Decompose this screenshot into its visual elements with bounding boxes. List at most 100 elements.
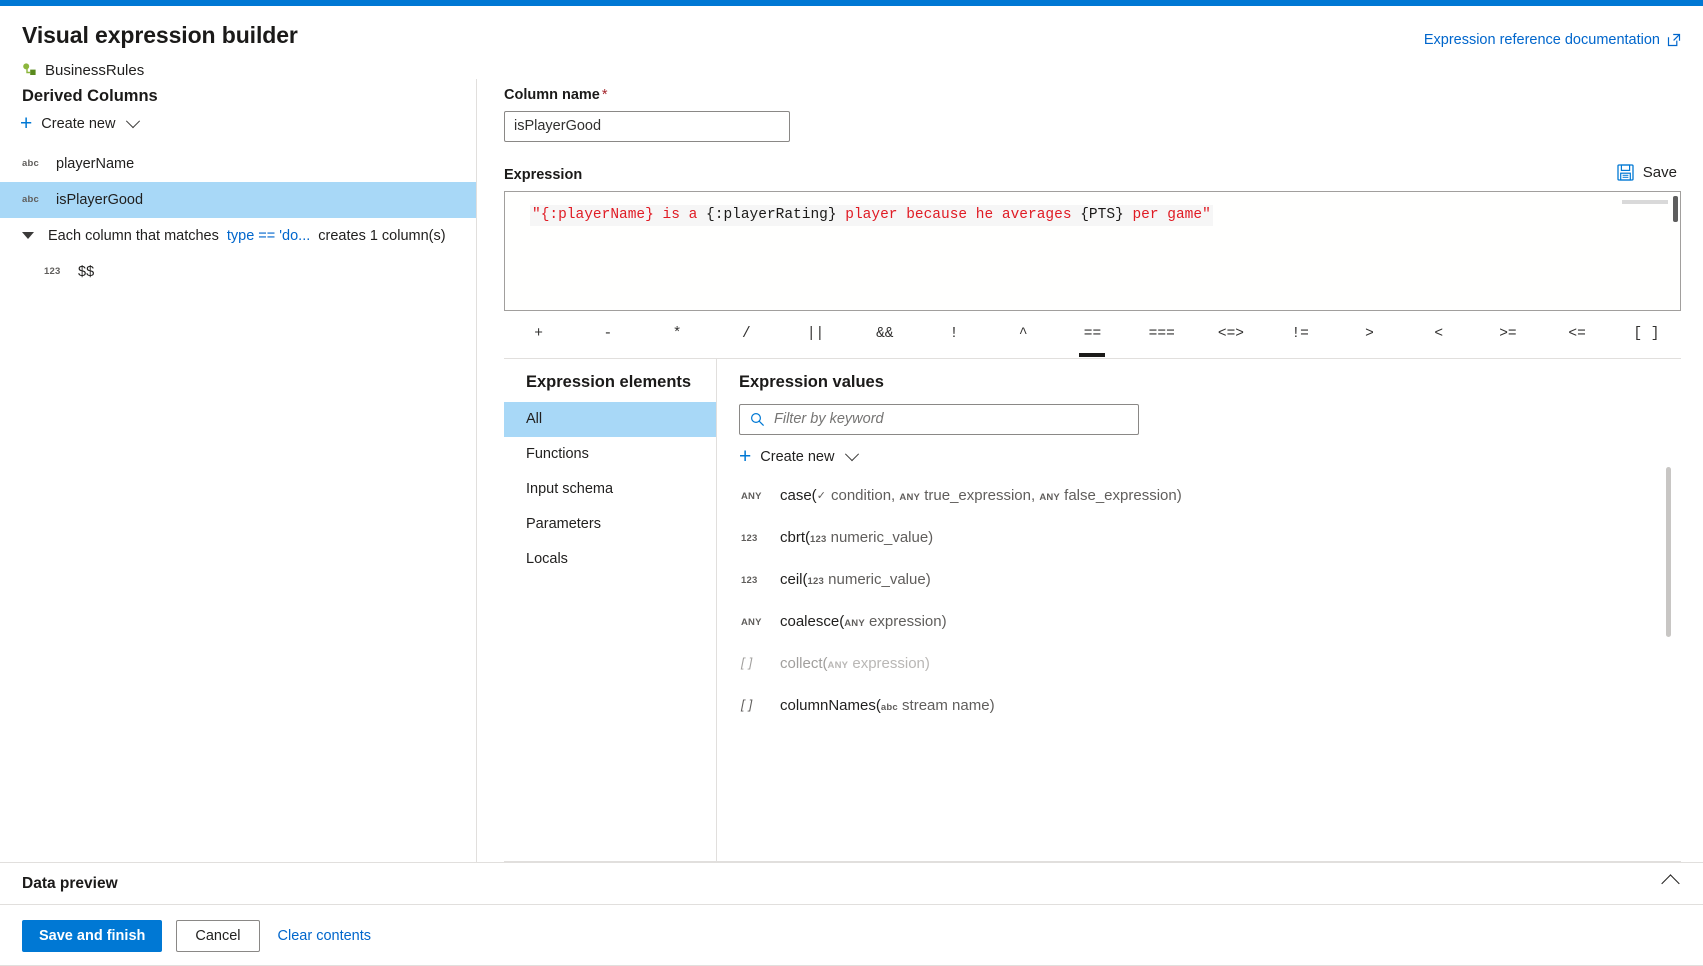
argument-type-badge: 123 (810, 534, 826, 545)
operator-button[interactable]: - (573, 310, 642, 358)
dialog-header: Visual expression builder BusinessRules … (0, 6, 1703, 79)
data-preview-bar[interactable]: Data preview (0, 862, 1703, 905)
save-button[interactable]: Save (1613, 162, 1681, 183)
filter-by-keyword-input[interactable] (739, 404, 1139, 435)
operator-button[interactable]: / (712, 310, 781, 358)
expression-token (654, 207, 663, 223)
operator-button[interactable]: * (642, 310, 711, 358)
expression-browser: Expression elements AllFunctionsInput sc… (504, 359, 1681, 862)
dialog-footer: Save and finish Cancel Clear contents (0, 905, 1703, 966)
create-new-value-label: Create new (760, 449, 834, 465)
operator-button[interactable]: === (1127, 310, 1196, 358)
required-asterisk: * (602, 87, 608, 103)
function-list-item[interactable]: [ ]collect(ANY expression) (739, 655, 1681, 697)
function-name: coalesce( (780, 613, 844, 630)
column-name-label: playerName (56, 156, 134, 172)
rule-prefix-label: Each column that matches (48, 228, 219, 244)
list-item[interactable]: 123 $$ (0, 254, 476, 290)
save-and-finish-button[interactable]: Save and finish (22, 920, 162, 952)
create-new-column-button[interactable]: + Create new (0, 108, 138, 140)
expression-token (1072, 207, 1081, 223)
function-list-scrollbar[interactable] (1666, 467, 1671, 637)
plus-icon: + (739, 451, 751, 463)
argument-name: expression (865, 613, 942, 630)
expression-element-input-schema[interactable]: Input schema (504, 472, 716, 507)
expression-values-title: Expression values (739, 373, 1681, 402)
chevron-up-icon[interactable] (1661, 874, 1679, 892)
expression-element-all[interactable]: All (504, 402, 716, 437)
operator-button[interactable]: <= (1543, 310, 1612, 358)
expression-values-panel: Expression values + Create new (717, 359, 1681, 861)
operator-button[interactable]: || (781, 310, 850, 358)
editor-vertical-scrollbar[interactable] (1673, 196, 1678, 222)
argument-name: numeric_value (826, 529, 928, 546)
expression-element-locals[interactable]: Locals (504, 542, 716, 577)
type-badge-123: 123 (44, 266, 64, 277)
derived-columns-panel: Derived Columns + Create new abc playerN… (0, 79, 477, 862)
function-return-type-badge: [ ] (741, 655, 767, 670)
stream-breadcrumb: BusinessRules (22, 62, 1681, 79)
list-item[interactable]: abc playerName (0, 146, 476, 182)
create-new-value-button[interactable]: + Create new (739, 449, 857, 465)
operator-button[interactable]: >= (1473, 310, 1542, 358)
list-item[interactable]: abc isPlayerGood (0, 182, 476, 218)
expression-reference-documentation-link[interactable]: Expression reference documentation (1424, 32, 1681, 48)
argument-type-badge: 123 (808, 576, 824, 587)
function-list-item[interactable]: 123ceil(123 numeric_value) (739, 571, 1681, 613)
data-preview-title: Data preview (22, 875, 118, 893)
column-name-label: isPlayerGood (56, 192, 143, 208)
function-list-item[interactable]: 123cbrt(123 numeric_value) (739, 529, 1681, 571)
column-name-label-text: Column name (504, 87, 600, 103)
function-list-item[interactable]: ANYcoalesce(ANY expression) (739, 613, 1681, 655)
column-name-input[interactable] (504, 111, 790, 142)
operator-button[interactable]: == (1058, 310, 1127, 358)
operator-button[interactable]: != (1266, 310, 1335, 358)
expression-text[interactable]: "{:playerName} is a {:playerRating} play… (530, 205, 1213, 226)
argument-name: false_expression (1060, 487, 1177, 504)
column-pattern-rule[interactable]: Each column that matches type == 'do... … (0, 218, 476, 254)
boolean-check-icon: ✓ (817, 489, 827, 502)
expression-elements-list: AllFunctionsInput schemaParametersLocals (504, 402, 716, 577)
argument-type-badge: ANY (844, 618, 865, 629)
function-name: cbrt( (780, 529, 810, 546)
column-name-field-label: Column name* (504, 87, 1703, 103)
external-link-icon (1667, 33, 1681, 47)
function-list: ANYcase(✓ condition, ANY true_expression… (739, 487, 1681, 739)
triangle-down-icon[interactable] (22, 232, 34, 239)
rule-suffix-label: creates 1 column(s) (318, 228, 445, 244)
signature-close-paren: ) (925, 655, 930, 672)
dialog-body: Derived Columns + Create new abc playerN… (0, 79, 1703, 862)
type-badge-abc: abc (22, 158, 42, 169)
operator-button[interactable]: > (1335, 310, 1404, 358)
operator-button[interactable]: [ ] (1612, 310, 1681, 358)
operator-button[interactable]: + (504, 310, 573, 358)
function-return-type-badge: ANY (741, 617, 767, 628)
operator-toolbar: +-*/||&&!^=====<=>!=><>=<=[ ] (504, 311, 1681, 359)
function-signature: case(✓ condition, ANY true_expression, A… (780, 487, 1182, 504)
function-list-item[interactable]: [ ]columnNames(abc stream name) (739, 697, 1681, 739)
function-signature: cbrt(123 numeric_value) (780, 529, 933, 546)
operator-button[interactable]: <=> (1196, 310, 1265, 358)
argument-type-badge: ANY (1039, 492, 1060, 503)
cancel-button[interactable]: Cancel (176, 920, 259, 952)
clear-contents-button[interactable]: Clear contents (274, 928, 376, 944)
expression-code-editor[interactable]: "{:playerName} is a {:playerRating} play… (504, 191, 1681, 311)
operator-button[interactable]: && (850, 310, 919, 358)
function-name: columnNames( (780, 697, 881, 714)
argument-type-badge: abc (881, 702, 898, 713)
function-signature: ceil(123 numeric_value) (780, 571, 931, 588)
function-list-item[interactable]: ANYcase(✓ condition, ANY true_expression… (739, 487, 1681, 529)
expression-element-parameters[interactable]: Parameters (504, 507, 716, 542)
signature-close-paren: ) (990, 697, 995, 714)
editor-minimap (1622, 200, 1668, 204)
operator-button[interactable]: ! (919, 310, 988, 358)
expression-element-functions[interactable]: Functions (504, 437, 716, 472)
operator-button[interactable]: ^ (989, 310, 1058, 358)
filter-field-wrapper (739, 404, 1139, 435)
expression-elements-title: Expression elements (504, 373, 716, 402)
type-badge-abc: abc (22, 194, 42, 205)
rule-condition-expression[interactable]: type == 'do... (227, 228, 310, 244)
operator-button[interactable]: < (1404, 310, 1473, 358)
stream-icon (22, 62, 38, 78)
argument-name: stream name (898, 697, 990, 714)
